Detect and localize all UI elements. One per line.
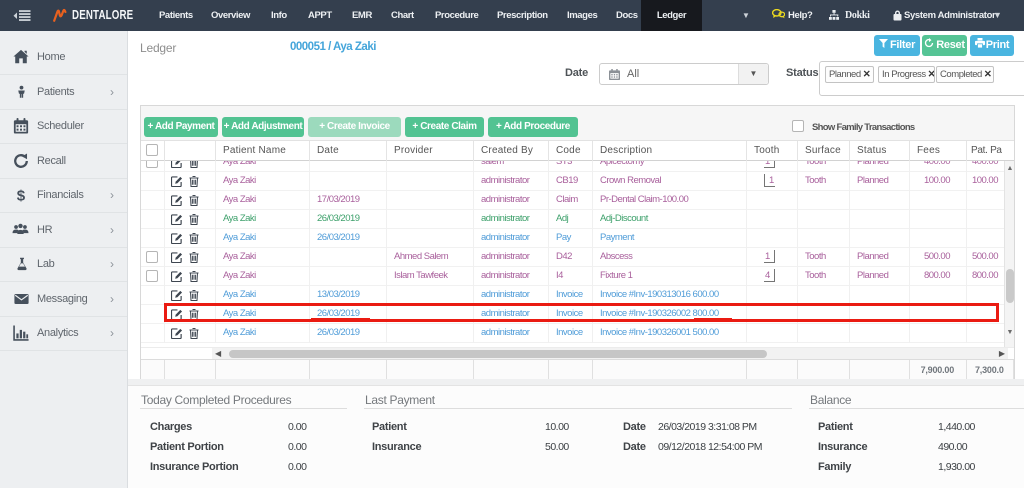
svg-text:$: $: [17, 188, 26, 204]
